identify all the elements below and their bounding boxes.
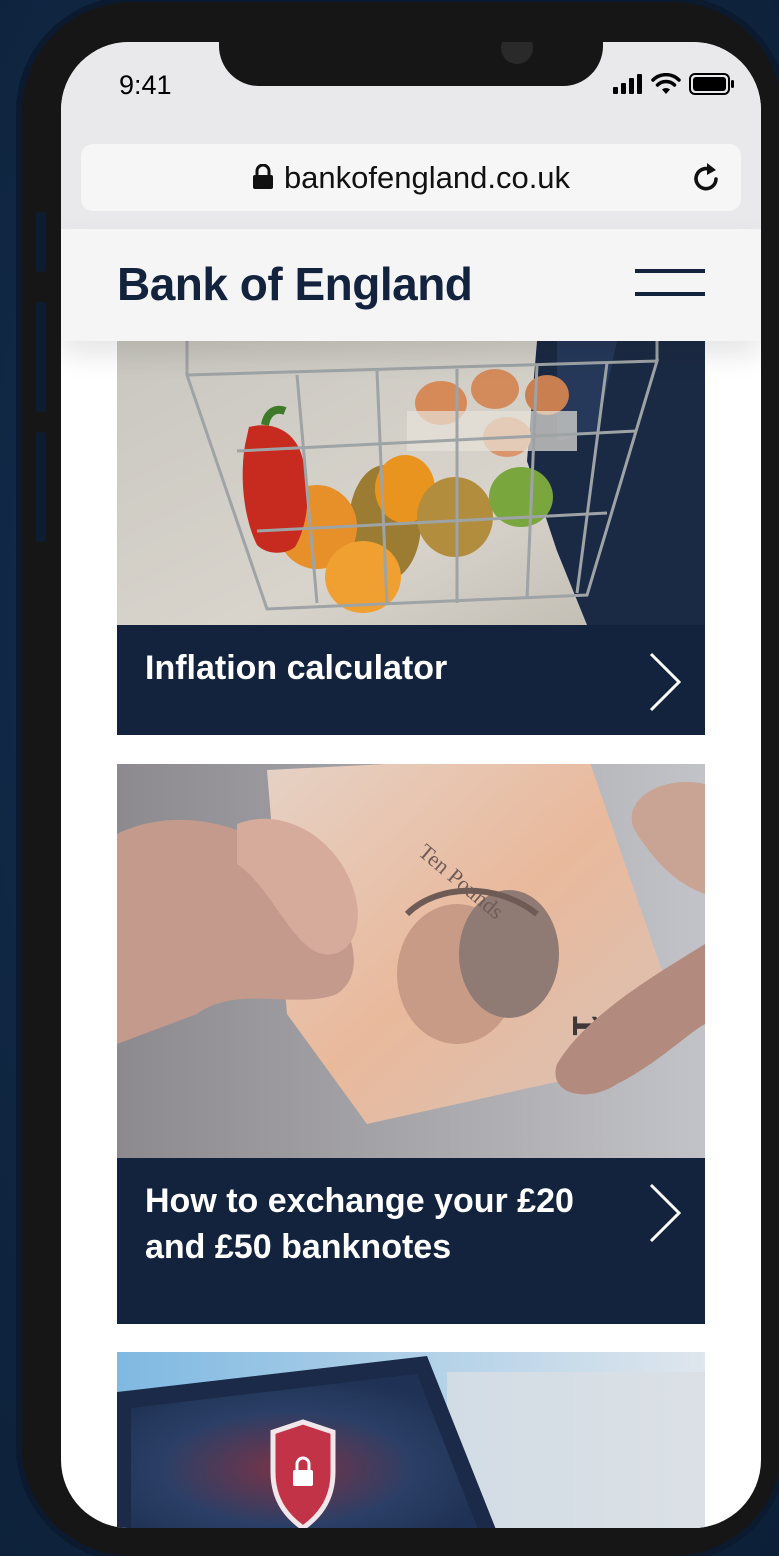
lock-icon (252, 164, 273, 189)
card-image-banknote: Ten Pounds 10 (117, 764, 705, 1158)
url-display[interactable]: bankofengland.co.uk (81, 144, 741, 211)
volume-down-button (36, 432, 46, 542)
card-exchange-banknotes[interactable]: Ten Pounds 10 How to exchange your £20 a… (117, 764, 705, 1324)
url-bar[interactable]: bankofengland.co.uk (81, 144, 741, 211)
battery-icon (689, 73, 734, 95)
chevron-right-icon[interactable] (645, 651, 685, 713)
card-security[interactable] (117, 1352, 705, 1528)
site-logo[interactable]: Bank of England (117, 249, 473, 319)
status-icons (613, 73, 735, 95)
card-title[interactable]: How to exchange your £20 and £50 banknot… (145, 1178, 585, 1270)
card-bar[interactable]: How to exchange your £20 and £50 banknot… (117, 1158, 705, 1324)
url-text: bankofengland.co.uk (283, 160, 571, 195)
card-inflation-calculator[interactable]: Inflation calculator (117, 341, 705, 735)
site-header: Bank of England (61, 229, 761, 341)
status-time: 9:41 (119, 70, 172, 100)
reload-icon[interactable] (691, 162, 723, 194)
card-bar[interactable]: Inflation calculator (117, 625, 705, 735)
mute-switch (36, 212, 46, 272)
signal-icon (613, 74, 642, 94)
chevron-right-icon[interactable] (645, 1182, 685, 1244)
card-title[interactable]: Inflation calculator (145, 645, 585, 691)
card-image-basket (117, 341, 705, 625)
phone-screen: 9:41 bankofengland.co.uk Bank of England… (61, 42, 761, 1528)
card-image-laptop-security (117, 1352, 705, 1528)
phone-notch (219, 42, 603, 86)
camera (501, 42, 533, 64)
wifi-icon (651, 73, 681, 94)
hamburger-menu-icon[interactable] (635, 269, 705, 297)
volume-up-button (36, 302, 46, 412)
